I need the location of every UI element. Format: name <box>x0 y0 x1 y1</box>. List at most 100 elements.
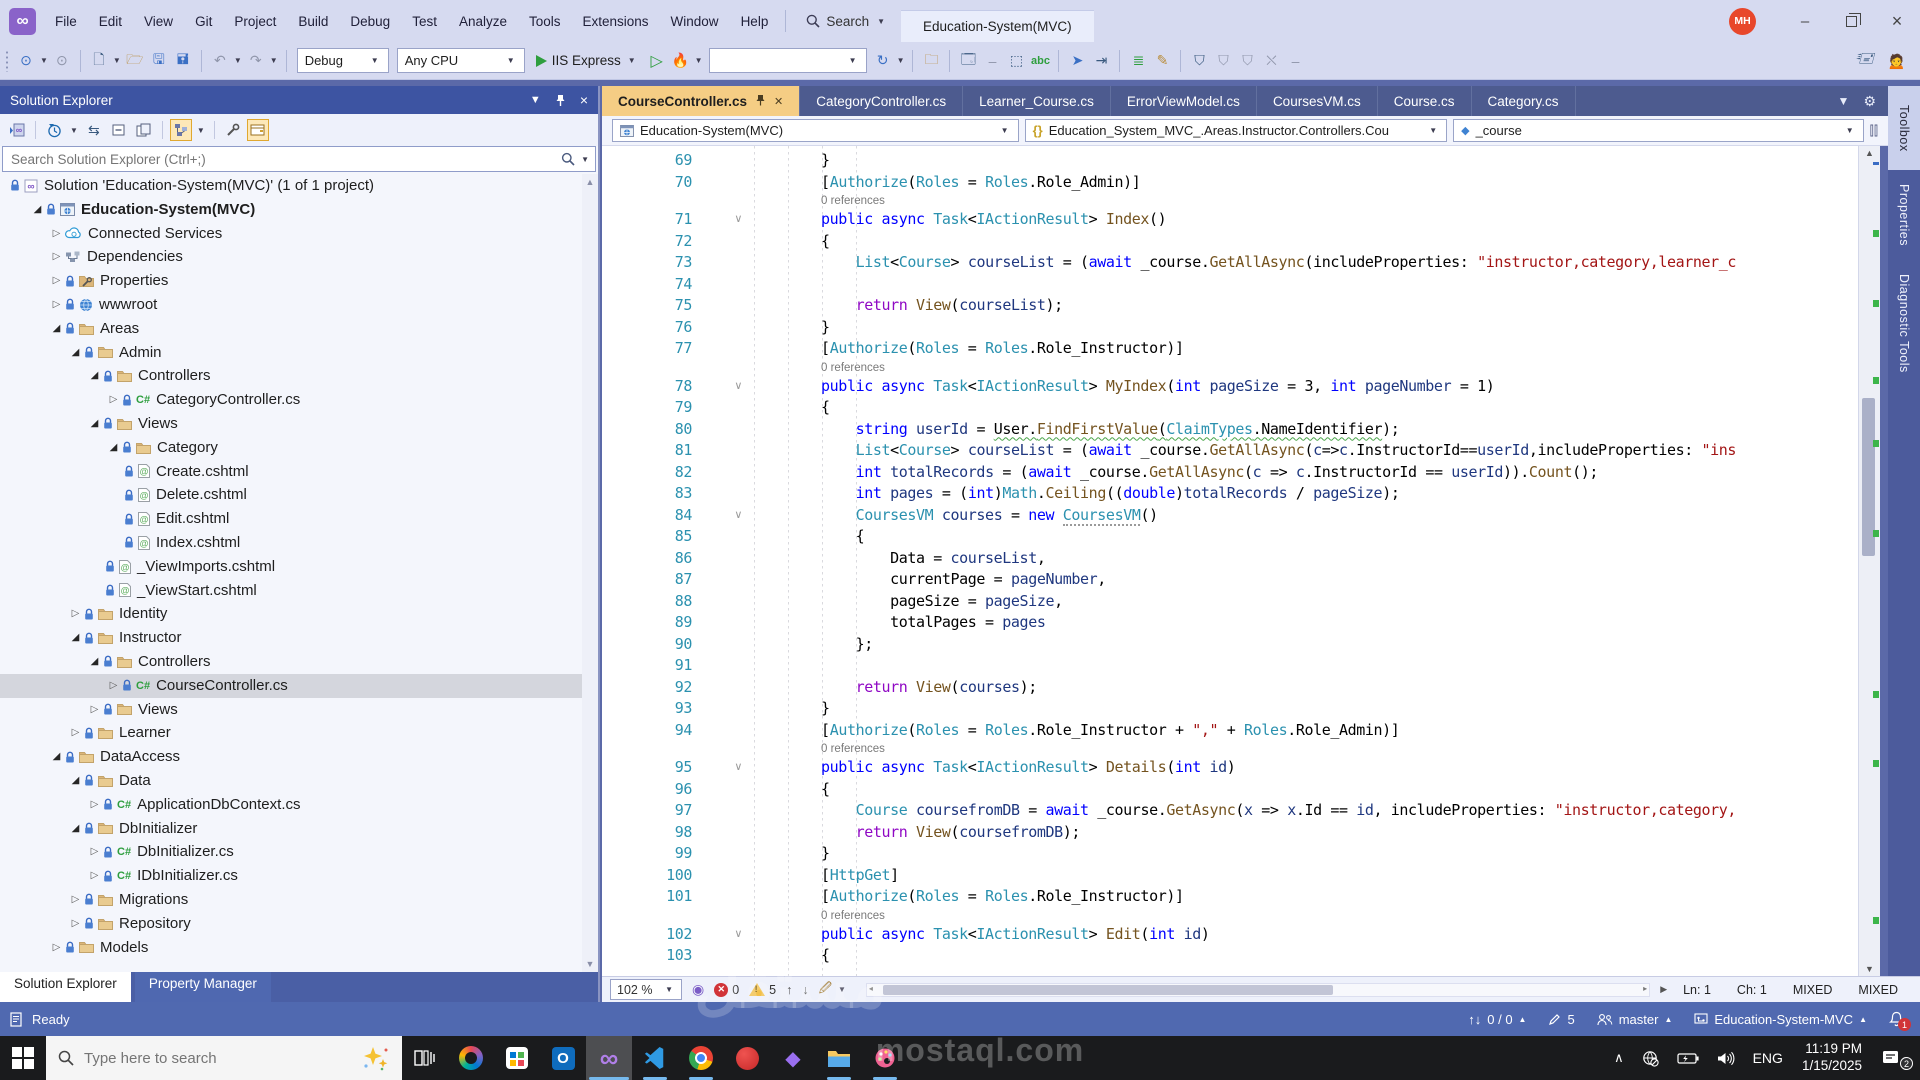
code-line-83[interactable]: 83 int pages = (int)Math.Ceiling((double… <box>602 483 1858 505</box>
clock[interactable]: 11:19 PM 1/15/2025 <box>1794 1041 1870 1075</box>
code-line-89[interactable]: 89 totalPages = pages <box>602 612 1858 634</box>
menu-extensions[interactable]: Extensions <box>572 0 660 42</box>
bookmark-icon[interactable]: ⛉ <box>1188 49 1210 73</box>
start-without-debugging-button[interactable]: ▷ <box>646 49 668 73</box>
scroll-down-icon[interactable]: ▼ <box>1859 964 1880 974</box>
code-line-78[interactable]: 78∨ public async Task<IActionResult> MyI… <box>602 376 1858 398</box>
volume-icon[interactable] <box>1710 1051 1742 1066</box>
edit-list-icon[interactable]: ✎ <box>1151 49 1173 73</box>
cursor-select-icon[interactable]: ➤ <box>1066 49 1088 73</box>
column-indicator[interactable]: Ch: 1 <box>1737 983 1767 997</box>
sort-lines-icon[interactable]: ≣ <box>1127 49 1149 73</box>
collapse-arrow-icon[interactable]: ◢ <box>67 817 84 841</box>
code-cleanup-icon[interactable]: ⬚ <box>1005 49 1027 73</box>
tree-item-dataaccess[interactable]: ◢DataAccess <box>0 745 582 769</box>
menu-analyze[interactable]: Analyze <box>448 0 518 42</box>
chevron-down-icon[interactable]: ▼ <box>897 56 905 65</box>
document-tab-coursesvm-cs[interactable]: CoursesVM.cs <box>1257 86 1378 116</box>
code-line-77[interactable]: 77 [Authorize(Roles = Roles.Role_Instruc… <box>602 338 1858 360</box>
expand-arrow-icon[interactable]: ▷ <box>48 269 65 293</box>
close-button[interactable]: × <box>1874 0 1920 42</box>
expand-arrow-icon[interactable]: ▷ <box>48 245 65 269</box>
warning-count[interactable]: 5 <box>749 983 776 997</box>
code-line-84[interactable]: 84∨ CoursesVM courses = new CoursesVM() <box>602 505 1858 527</box>
expand-arrow-icon[interactable]: ▷ <box>67 721 84 745</box>
chevron-down-icon[interactable]: ▼ <box>270 56 278 65</box>
tree-item-properties[interactable]: ▷Properties <box>0 269 582 293</box>
tree-item-controllers[interactable]: ◢Controllers <box>0 364 582 388</box>
expand-arrow-icon[interactable]: ▷ <box>48 936 65 960</box>
restore-button[interactable] <box>1828 0 1874 42</box>
collapse-arrow-icon[interactable]: ◢ <box>48 745 65 769</box>
tree-item-learner[interactable]: ▷Learner <box>0 721 582 745</box>
zoom-select[interactable]: 102 %▼ <box>610 979 682 1000</box>
document-tab-categorycontroller-cs[interactable]: CategoryController.cs <box>800 86 963 116</box>
tree-item-repository[interactable]: ▷Repository <box>0 912 582 936</box>
code-line-87[interactable]: 87 currentPage = pageNumber, <box>602 569 1858 591</box>
search-input[interactable] <box>3 152 561 167</box>
expand-arrow-icon[interactable]: ▷ <box>67 912 84 936</box>
code-line-73[interactable]: 73 List<Course> courseList = (await _cou… <box>602 252 1858 274</box>
chevron-down-icon[interactable]: ▼ <box>234 56 242 65</box>
spell-check-icon[interactable]: abc <box>1029 49 1051 73</box>
solution-explorer-header[interactable]: Solution Explorer ▼ × <box>0 86 598 114</box>
collapse-arrow-icon[interactable]: ◢ <box>67 341 84 365</box>
expand-arrow-icon[interactable]: ▷ <box>105 674 122 698</box>
menu-window[interactable]: Window <box>660 0 730 42</box>
outline-collapse-icon[interactable]: ∨ <box>706 924 752 946</box>
preview-selected-items-toggle[interactable] <box>247 119 269 141</box>
tab-properties[interactable]: Properties <box>1888 170 1920 260</box>
tab-toolbox[interactable]: Toolbox <box>1888 86 1920 170</box>
solution-platform-select[interactable]: Any CPU▼ <box>397 48 525 73</box>
clear-bookmarks-icon[interactable]: ⛌ <box>1260 49 1282 73</box>
tray-expand-chevron[interactable]: ∧ <box>1607 1050 1631 1066</box>
tree-item-views[interactable]: ▷Views <box>0 698 582 722</box>
menu-debug[interactable]: Debug <box>339 0 401 42</box>
taskbar-app-visual-studio[interactable]: ∞ <box>586 1036 632 1080</box>
tab-list-chevron-icon[interactable]: ▼ <box>1838 94 1850 108</box>
tree-item-create-cshtml[interactable]: @Create.cshtml <box>0 460 582 484</box>
next-issue-button[interactable]: ↓ <box>802 983 808 997</box>
code-line-96[interactable]: 96 { <box>602 779 1858 801</box>
document-tab-errorviewmodel-cs[interactable]: ErrorViewModel.cs <box>1111 86 1257 116</box>
error-count[interactable]: ✕ 0 <box>714 983 739 997</box>
tree-item-categorycontroller-cs[interactable]: ▷C#CategoryController.cs <box>0 388 582 412</box>
network-no-internet-icon[interactable] <box>1635 1050 1666 1067</box>
line-ending-indicator[interactable]: MIXED <box>1793 983 1833 997</box>
tree-item-delete-cshtml[interactable]: @Delete.cshtml <box>0 483 582 507</box>
tree-item-controllers[interactable]: ◢Controllers <box>0 650 582 674</box>
menu-file[interactable]: File <box>44 0 88 42</box>
menu-edit[interactable]: Edit <box>88 0 133 42</box>
save-all-button[interactable]: 🖬 <box>172 49 194 73</box>
outline-collapse-icon[interactable]: ∨ <box>706 757 752 779</box>
tab-diagnostic-tools[interactable]: Diagnostic Tools <box>1888 260 1920 387</box>
redo-button[interactable]: ↷ <box>245 49 267 73</box>
tree-item-category[interactable]: ◢Category <box>0 436 582 460</box>
code-line-82[interactable]: 82 int totalRecords = (await _course.Get… <box>602 462 1858 484</box>
toolbar-drag-handle[interactable] <box>5 50 9 72</box>
chevron-down-icon[interactable]: ▼ <box>695 56 703 65</box>
open-file-button[interactable]: 🗁 <box>124 49 146 73</box>
minimize-button[interactable]: – <box>1782 0 1828 42</box>
expand-arrow-icon[interactable]: ▷ <box>86 864 103 888</box>
tree-item-dbinitializer[interactable]: ◢DbInitializer <box>0 817 582 841</box>
immediate-window-icon[interactable]: 🗔 <box>957 49 979 73</box>
code-line-76[interactable]: 76 } <box>602 317 1858 339</box>
scrollbar-thumb[interactable] <box>883 985 1333 995</box>
tree-item-education-system-mvc-[interactable]: ◢Education-System(MVC) <box>0 198 582 222</box>
taskbar-app-vscode[interactable] <box>632 1036 678 1080</box>
hot-reload-icon[interactable]: 🔥 <box>670 49 692 73</box>
tree-item-edit-cshtml[interactable]: @Edit.cshtml <box>0 507 582 531</box>
taskbar-app-paint-palette[interactable] <box>862 1036 908 1080</box>
live-share-icon[interactable]: ◉ <box>692 981 704 998</box>
previous-bookmark-icon[interactable]: ⛉ <box>1212 49 1234 73</box>
tree-item-views[interactable]: ◢Views <box>0 412 582 436</box>
expand-arrow-icon[interactable]: ▷ <box>48 222 65 246</box>
language-indicator[interactable]: ENG <box>1746 1050 1790 1066</box>
code-line-99[interactable]: 99 } <box>602 843 1858 865</box>
project-dropdown[interactable]: Education-System(MVC) ▼ <box>612 119 1019 142</box>
switch-views-icon[interactable]: ∞ <box>6 119 28 141</box>
code-cleanup-broom-icon[interactable]: 🖉▼ <box>819 979 848 1000</box>
collapse-all-icon[interactable] <box>108 119 130 141</box>
next-bookmark-icon[interactable]: ⛉ <box>1236 49 1258 73</box>
